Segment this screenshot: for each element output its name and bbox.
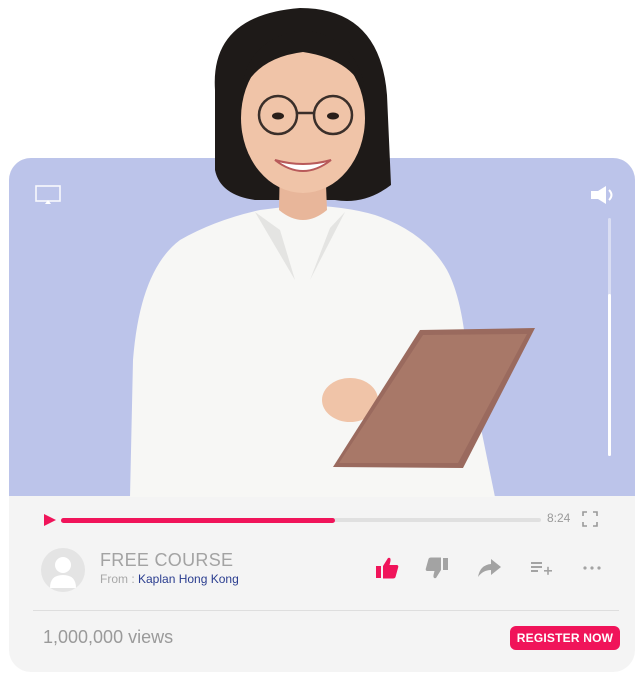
player-controls: 8:24 FREE COURSE From : Kaplan Hong Kong [9, 496, 635, 672]
woman-with-tablet-image [130, 8, 535, 497]
from-label: From : [100, 572, 138, 586]
video-source: From : Kaplan Hong Kong [100, 572, 239, 586]
share-icon[interactable] [475, 554, 503, 582]
volume-slider[interactable] [608, 218, 611, 456]
avatar [41, 548, 85, 592]
fullscreen-icon[interactable] [582, 511, 598, 527]
thumbs-up-icon[interactable] [373, 554, 401, 582]
progress-bar[interactable] [61, 517, 541, 523]
video-title: FREE COURSE [100, 550, 234, 570]
channel-link[interactable]: Kaplan Hong Kong [138, 572, 239, 586]
duration-label: 8:24 [547, 511, 571, 525]
divider [33, 610, 619, 611]
volume-icon[interactable] [589, 184, 619, 206]
play-icon[interactable] [43, 513, 57, 527]
add-to-playlist-icon[interactable] [528, 554, 556, 582]
thumbs-down-icon[interactable] [423, 554, 451, 582]
volume-level [608, 294, 611, 456]
progress-fill [61, 517, 335, 523]
view-count: 1,000,000 views [43, 627, 174, 647]
user-avatar-icon [50, 557, 76, 588]
register-now-button[interactable]: REGISTER NOW [510, 626, 620, 650]
cast-icon[interactable] [35, 184, 61, 206]
more-icon[interactable] [578, 554, 606, 582]
